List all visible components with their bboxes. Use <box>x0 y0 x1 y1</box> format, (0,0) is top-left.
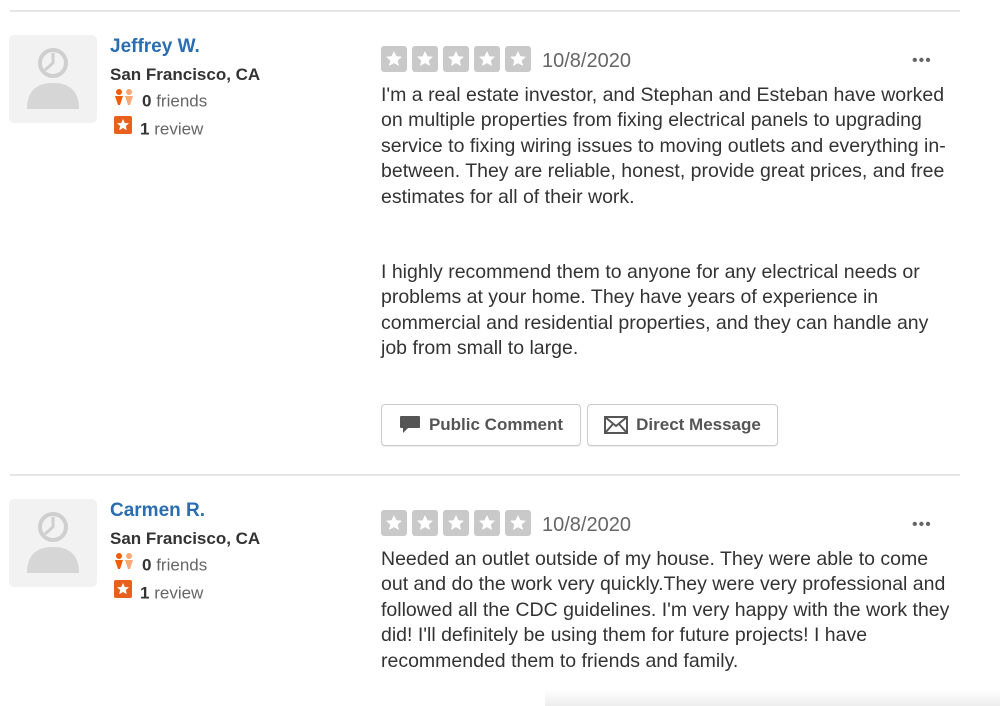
user-location: San Francisco, CA <box>110 65 261 84</box>
star-icon <box>474 46 500 72</box>
default-user-icon <box>27 512 79 573</box>
star-icon <box>412 510 438 536</box>
default-user-icon <box>27 48 79 109</box>
star-icon <box>381 46 407 72</box>
direct-message-button[interactable]: Direct Message <box>587 404 778 446</box>
review-date: 10/8/2020 <box>542 514 631 536</box>
more-options-button[interactable]: ••• <box>912 53 932 69</box>
star-rating <box>381 510 536 536</box>
user-name-link[interactable]: Jeffrey W. <box>110 35 200 59</box>
friends-icon <box>114 552 134 576</box>
friends-stat: 0 friends <box>114 552 207 578</box>
star-icon <box>443 46 469 72</box>
bottom-fade <box>545 690 1000 706</box>
review-text-paragraph: I highly recommend them to anyone for an… <box>381 261 929 360</box>
star-icon <box>443 510 469 536</box>
review-date: 10/8/2020 <box>542 50 631 72</box>
user-name-link[interactable]: Carmen R. <box>110 499 205 523</box>
star-icon <box>505 46 531 72</box>
star-icon <box>474 510 500 536</box>
more-options-button[interactable]: ••• <box>912 517 932 533</box>
review-text-paragraph: Needed an outlet outside of my house. Th… <box>381 548 950 672</box>
reviews-stat: 1 review <box>114 116 203 142</box>
star-rating <box>381 46 536 72</box>
speech-bubble-icon <box>399 416 420 433</box>
review-star-icon <box>114 580 132 604</box>
friends-stat: 0 friends <box>114 88 207 114</box>
avatar[interactable] <box>9 35 97 123</box>
top-divider <box>10 10 960 12</box>
user-location: San Francisco, CA <box>110 529 261 548</box>
review-text-paragraph: I'm a real estate investor, and Stephan … <box>381 84 946 208</box>
envelope-icon <box>604 416 629 434</box>
public-comment-button[interactable]: Public Comment <box>381 404 581 446</box>
star-icon <box>381 510 407 536</box>
avatar[interactable] <box>9 499 97 587</box>
star-icon <box>505 510 531 536</box>
star-icon <box>412 46 438 72</box>
review-star-icon <box>114 116 132 140</box>
friends-icon <box>114 88 134 112</box>
reviews-stat: 1 review <box>114 580 203 606</box>
review-divider <box>10 474 960 476</box>
